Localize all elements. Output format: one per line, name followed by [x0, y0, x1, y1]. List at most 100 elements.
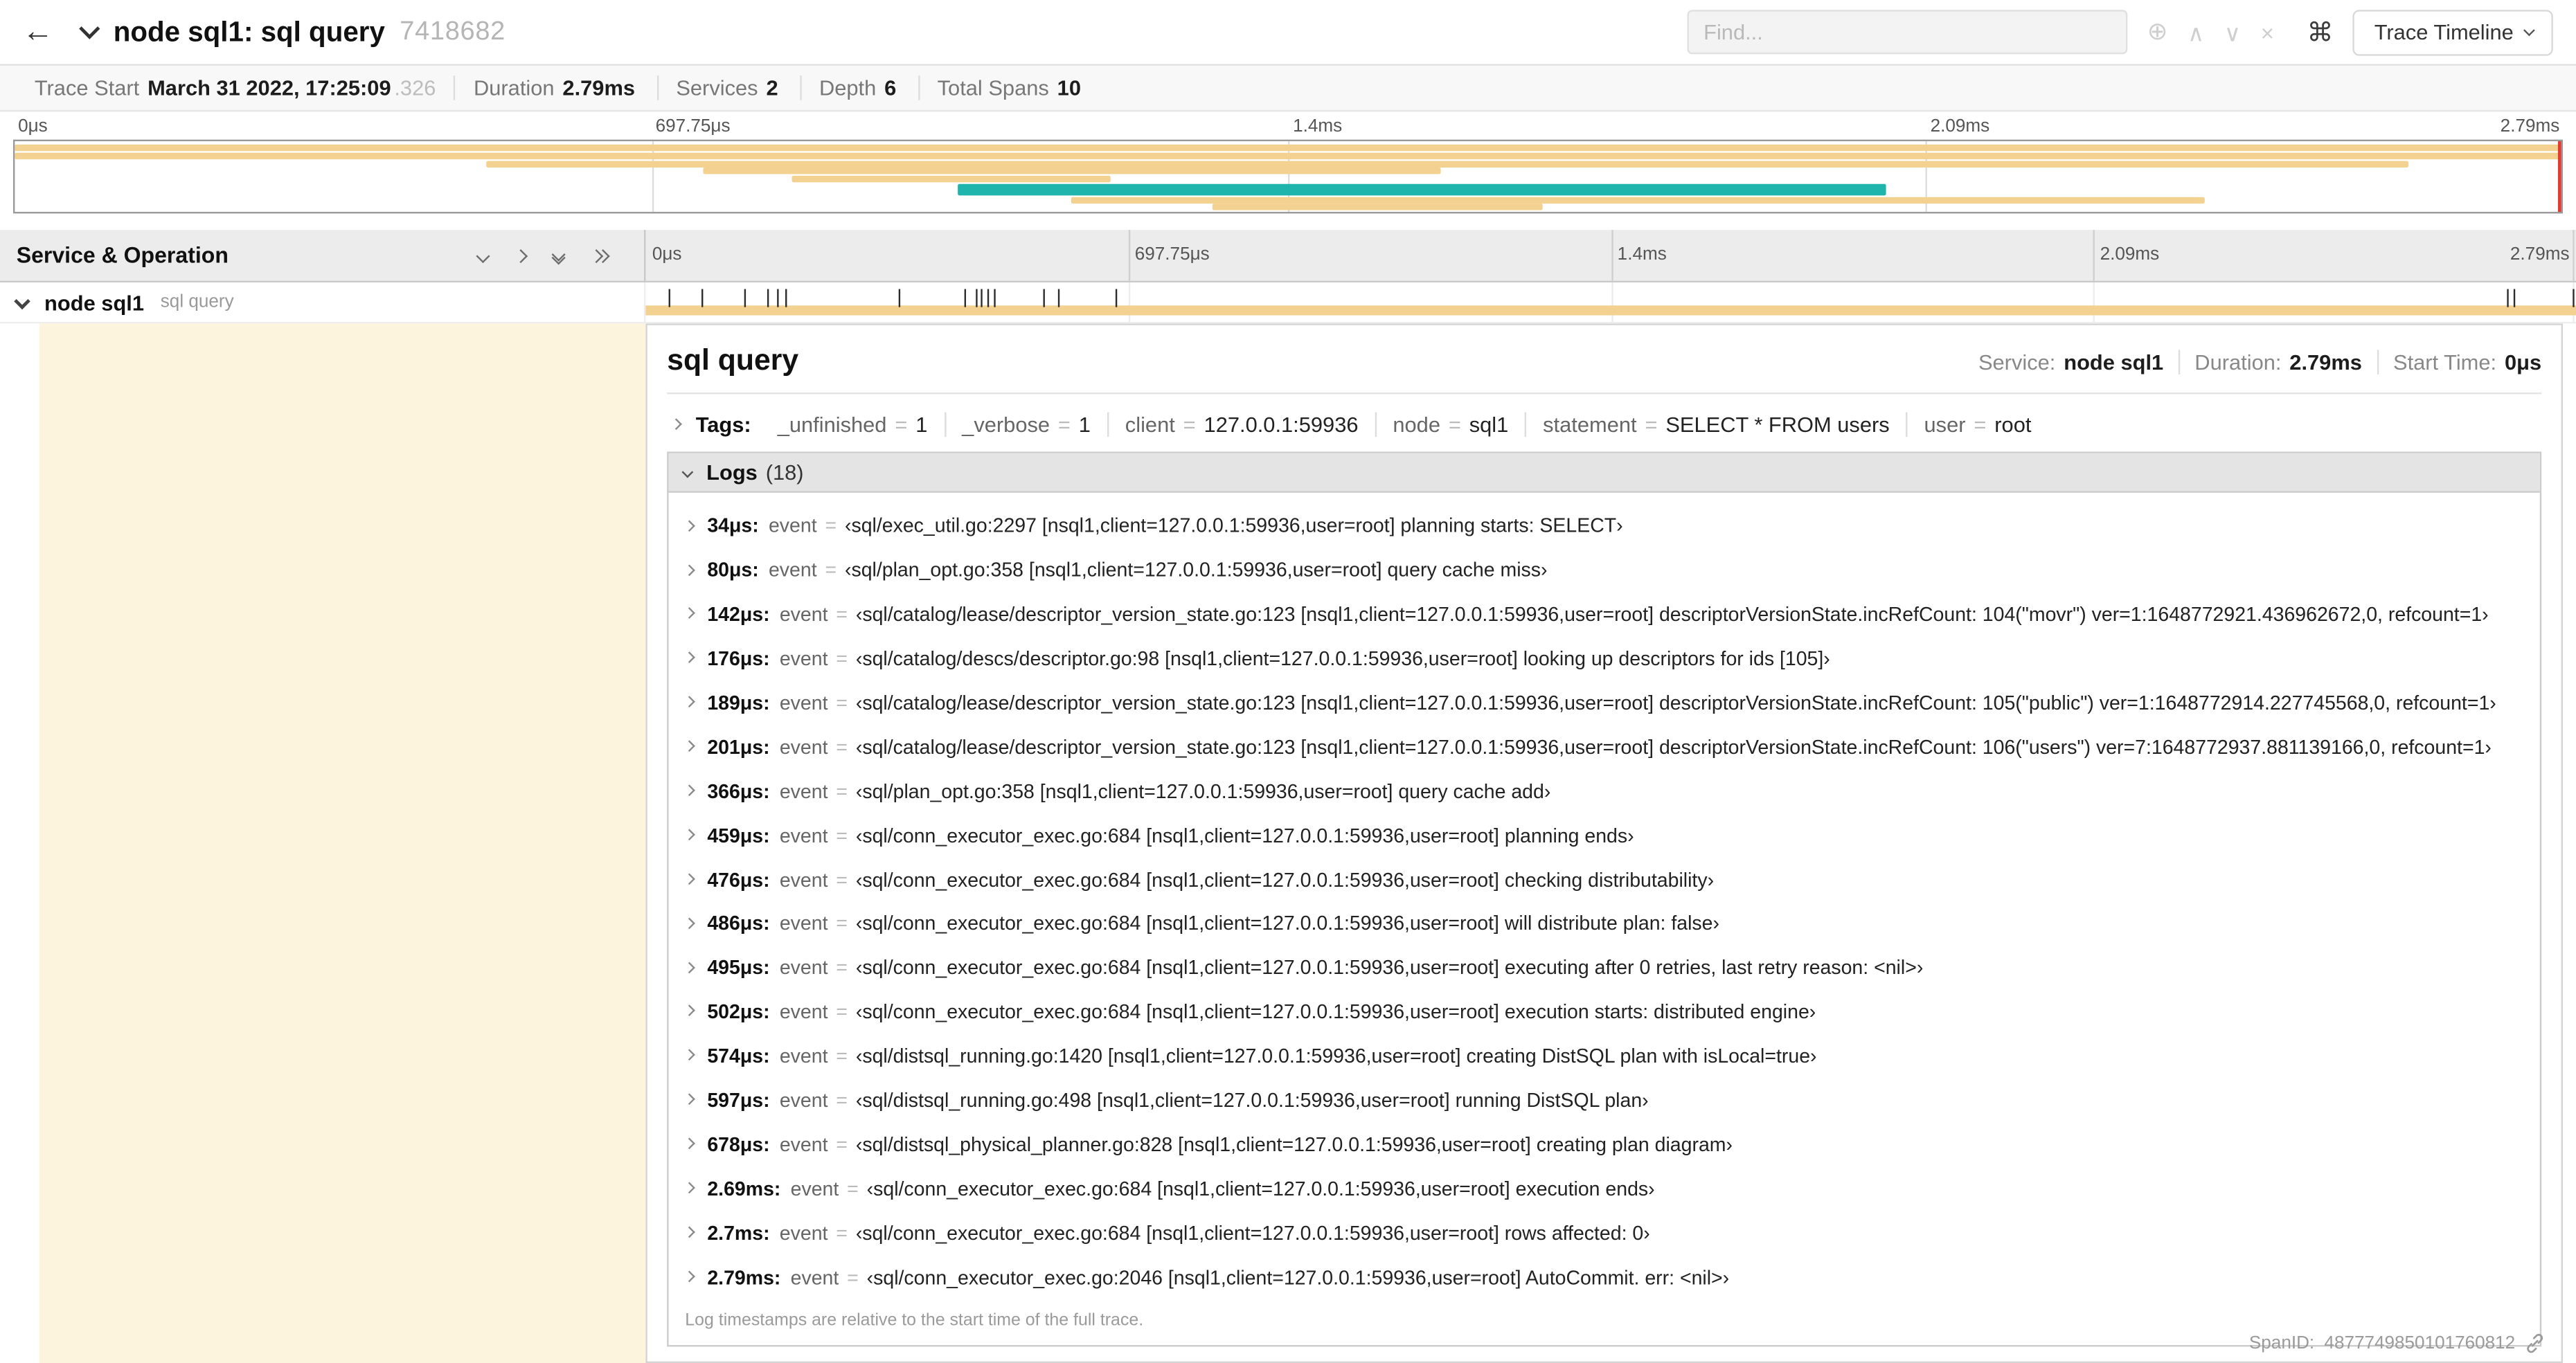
log-field-name: event [779, 1000, 828, 1024]
log-field-name: event [790, 1265, 839, 1289]
minimap-canvas[interactable] [12, 139, 2564, 214]
trace-timeline-page: ← node sql1: sql query 7418682 ⊕ ∧ ∨ × ⌘… [0, 0, 2576, 1363]
keyboard-shortcuts-icon[interactable]: ⌘ [2284, 16, 2353, 48]
chevron-down-icon [2523, 24, 2535, 36]
log-event-tick [2514, 289, 2516, 307]
find-prev-icon[interactable]: ∧ [2178, 21, 2215, 44]
log-entry[interactable]: 2.69ms: event = ‹sql/conn_executor_exec.… [669, 1166, 2540, 1211]
log-entry[interactable]: 476μs: event = ‹sql/conn_executor_exec.g… [669, 858, 2540, 902]
ruler-gridline [1611, 230, 1613, 281]
minimap-span-bar [791, 175, 1110, 183]
detail-stat: Start Time: 0μs [2377, 350, 2541, 374]
log-entry[interactable]: 2.7ms: event = ‹sql/conn_executor_exec.g… [669, 1211, 2540, 1255]
find-input[interactable] [1687, 10, 2128, 55]
summary-item: Total Spans 10 [918, 75, 1102, 100]
detail-divider [667, 392, 2542, 395]
log-timestamp: 574μs: [707, 1045, 770, 1068]
chevron-right-icon [683, 520, 695, 531]
ruler-gridline [2573, 230, 2575, 281]
log-entry[interactable]: 486μs: event = ‹sql/conn_executor_exec.g… [669, 902, 2540, 946]
log-entry[interactable]: 459μs: event = ‹sql/conn_executor_exec.g… [669, 813, 2540, 858]
minimap-span-bar [15, 152, 2561, 160]
log-equals: = [836, 1045, 848, 1068]
log-entry[interactable]: 34μs: event = ‹sql/exec_util.go:2297 [ns… [669, 504, 2540, 548]
log-entry[interactable]: 678μs: event = ‹sql/distsql_physical_pla… [669, 1122, 2540, 1166]
tag-value: 1 [915, 412, 928, 437]
log-equals: = [836, 912, 848, 935]
summary-value: 2.79ms [562, 75, 636, 100]
summary-item: Trace Start March 31 2022, 17:25:09 .326 [17, 75, 454, 100]
log-timestamp: 2.69ms: [707, 1177, 781, 1200]
summary-label: Services [676, 75, 758, 100]
find-clear-icon[interactable]: × [2251, 21, 2284, 44]
log-entry[interactable]: 80μs: event = ‹sql/plan_opt.go:358 [nsql… [669, 548, 2540, 593]
tag-equals: = [1645, 412, 1658, 437]
span-detail-panel: sql query Service: node sql1 Duration: 2… [645, 323, 2564, 1363]
span-id-label: SpanID: [2248, 1333, 2315, 1353]
span-row[interactable]: node sql1 sql query [0, 282, 2576, 324]
span-service-name: node sql1 [44, 289, 145, 315]
back-button[interactable]: ← [0, 14, 75, 50]
logs-header[interactable]: Logs (18) [668, 453, 2540, 493]
expand-all-icon[interactable] [589, 248, 610, 262]
collapse-all-icon[interactable] [551, 246, 566, 264]
log-entry[interactable]: 2.79ms: event = ‹sql/conn_executor_exec.… [669, 1255, 2540, 1299]
log-message: ‹sql/conn_executor_exec.go:684 [nsql1,cl… [855, 1000, 1816, 1024]
log-equals: = [825, 559, 837, 582]
top-bar-controls: ⊕ ∧ ∨ × ⌘ Trace Timeline [1687, 9, 2553, 55]
log-entry[interactable]: 142μs: event = ‹sql/catalog/lease/descri… [669, 593, 2540, 637]
log-entry[interactable]: 176μs: event = ‹sql/catalog/descs/descri… [669, 637, 2540, 681]
log-message: ‹sql/plan_opt.go:358 [nsql1,client=127.0… [855, 779, 1551, 803]
log-equals: = [836, 735, 848, 759]
log-entry[interactable]: 189μs: event = ‹sql/catalog/lease/descri… [669, 681, 2540, 725]
find-next-icon[interactable]: ∨ [2215, 21, 2251, 44]
logs-count: (18) [765, 460, 804, 485]
log-entry[interactable]: 495μs: event = ‹sql/conn_executor_exec.g… [669, 946, 2540, 990]
deep-link-icon[interactable] [2525, 1333, 2544, 1353]
log-field-name: event [779, 691, 828, 715]
view-selector-button[interactable]: Trace Timeline [2352, 9, 2553, 55]
detail-stat-value: 2.79ms [2289, 350, 2362, 374]
expand-one-icon[interactable] [514, 248, 528, 262]
ruler-tick-label: 1.4ms [1617, 244, 1667, 264]
tag-value: sql1 [1469, 412, 1509, 437]
detail-stat-label: Duration: [2194, 350, 2282, 374]
span-row-label-cell[interactable]: node sql1 sql query [0, 282, 646, 323]
span-row-timeline-cell[interactable] [645, 282, 2576, 323]
trace-collapse-chevron[interactable] [79, 18, 100, 43]
tag-equals: = [1057, 412, 1071, 437]
summary-label: Depth [819, 75, 877, 100]
timeline-ruler: 0μs 697.75μs 1.4ms 2.09ms 2.79ms [645, 230, 2576, 281]
log-field-name: event [779, 779, 828, 803]
summary-label: Duration [473, 75, 555, 100]
log-entry[interactable]: 366μs: event = ‹sql/plan_opt.go:358 [nsq… [669, 769, 2540, 813]
collapse-one-icon[interactable] [476, 248, 490, 262]
log-equals: = [847, 1265, 859, 1289]
find-zoom-icon[interactable]: ⊕ [2137, 19, 2177, 44]
log-field-name: event [779, 1088, 828, 1112]
row-gridline [2573, 282, 2575, 323]
tag-equals: = [1448, 412, 1461, 437]
log-event-tick [987, 289, 990, 307]
log-equals: = [836, 1221, 848, 1245]
log-event-tick [785, 289, 787, 307]
span-duration-bar[interactable] [645, 305, 2576, 316]
tags-accordion[interactable]: Tags: _unfinished = 1 _verbose = 1 clien… [667, 412, 2541, 437]
log-event-tick [976, 289, 978, 307]
span-id-value: 4877749850101760812 [2324, 1333, 2516, 1353]
log-field-name: event [779, 603, 828, 626]
row-gridline [2093, 282, 2095, 323]
log-entry[interactable]: 502μs: event = ‹sql/conn_executor_exec.g… [669, 990, 2540, 1034]
minimap-span-bar [1211, 204, 1543, 210]
summary-label: Trace Start [34, 75, 140, 100]
log-message: ‹sql/distsql_running.go:1420 [nsql1,clie… [855, 1045, 1817, 1068]
log-entry[interactable]: 597μs: event = ‹sql/distsql_running.go:4… [669, 1078, 2540, 1123]
log-message: ‹sql/conn_executor_exec.go:684 [nsql1,cl… [855, 1221, 1650, 1245]
log-entry[interactable]: 574μs: event = ‹sql/distsql_running.go:1… [669, 1034, 2540, 1078]
log-entry[interactable]: 201μs: event = ‹sql/catalog/lease/descri… [669, 725, 2540, 769]
collapse-children-chevron[interactable] [14, 292, 30, 309]
page-title: node sql1: sql query [113, 15, 385, 47]
chevron-right-icon [683, 741, 695, 752]
log-event-tick [2506, 289, 2508, 307]
tag-equals: = [1183, 412, 1196, 437]
